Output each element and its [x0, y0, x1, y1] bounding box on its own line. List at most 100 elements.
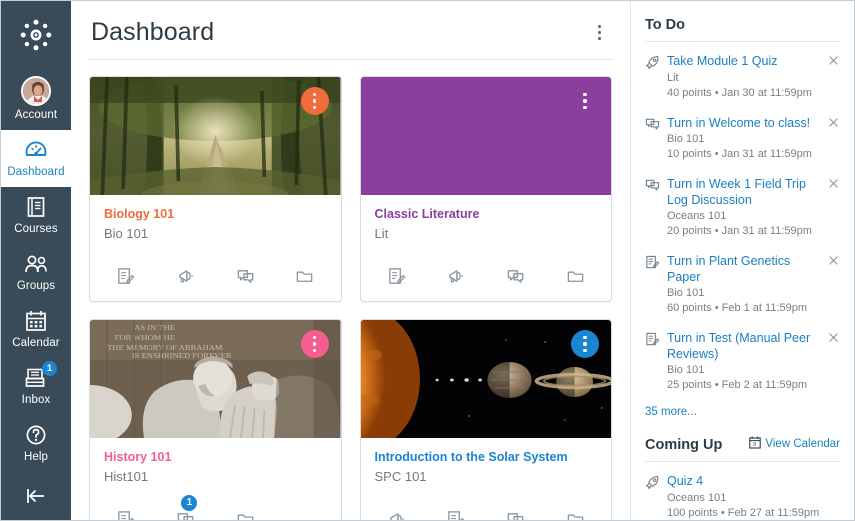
sidebar-item-account[interactable]: Account — [1, 69, 71, 130]
card-body: Classic Literature Lit — [361, 195, 612, 247]
announcements-icon[interactable] — [367, 504, 427, 520]
todo-header: To Do — [645, 17, 840, 41]
files-icon[interactable] — [545, 504, 605, 520]
calendar-icon: 3 — [749, 436, 762, 452]
sidebar-item-inbox[interactable]: 1 Inbox — [1, 358, 71, 415]
coming-up-item-link[interactable]: Quiz 4 — [667, 474, 826, 490]
close-icon[interactable] — [827, 116, 840, 129]
coming-up-heading: Coming Up — [645, 437, 723, 453]
todo-item-link[interactable]: Turn in Week 1 Field Trip Log Discussion — [667, 177, 826, 208]
assignments-icon[interactable] — [426, 504, 486, 520]
sidebar-item-label: Inbox — [21, 394, 51, 406]
coming-up-item-meta: 100 points • Feb 27 at 11:59pm — [667, 506, 820, 519]
action-spacer — [275, 504, 335, 520]
groups-people-icon — [23, 251, 49, 277]
todo-text: Take Module 1 Quiz Lit 40 points • Jan 3… — [667, 54, 840, 101]
discussions-icon[interactable] — [215, 261, 275, 291]
card-actions: 1 — [90, 495, 341, 520]
discussions-icon[interactable] — [486, 261, 546, 291]
view-calendar-label: View Calendar — [765, 438, 840, 450]
todo-item-meta: 60 points • Feb 1 at 11:59pm — [667, 302, 808, 314]
sidebar-item-courses[interactable]: Courses — [1, 187, 71, 244]
files-icon[interactable] — [215, 504, 275, 520]
global-navigation: Account Dashboard Courses Groups Calenda… — [1, 1, 71, 520]
close-icon[interactable] — [827, 331, 840, 344]
sidebar-item-groups[interactable]: Groups — [1, 244, 71, 301]
course-card[interactable]: Classic Literature Lit — [359, 76, 612, 302]
card-actions — [361, 253, 612, 301]
todo-item-link[interactable]: Take Module 1 Quiz — [667, 54, 826, 70]
todo-list-item[interactable]: Turn in Week 1 Field Trip Log Discussion… — [645, 169, 840, 246]
card-body: Introduction to the Solar System SPC 101 — [361, 438, 612, 490]
card-options-kebab-menu-icon[interactable] — [300, 330, 329, 358]
view-calendar-link[interactable]: 3 View Calendar — [749, 436, 840, 452]
divider — [645, 461, 840, 462]
card-title-link[interactable]: Biology 101 — [104, 206, 327, 222]
todo-list-item[interactable]: Turn in Welcome to class! Bio 101 10 poi… — [645, 108, 840, 170]
solid-purple-header[interactable] — [360, 77, 611, 195]
todo-item-course: Bio 101 — [667, 287, 705, 299]
announcements-icon[interactable] — [426, 261, 486, 291]
assignments-icon[interactable] — [367, 261, 427, 291]
assignment-icon — [645, 254, 667, 316]
course-card[interactable]: Biology 101 Bio 101 — [89, 76, 342, 302]
todo-list-item[interactable]: Turn in Test (Manual Peer Reviews) Bio 1… — [645, 323, 840, 400]
quiz-rocket-icon — [645, 474, 667, 520]
todo-item-link[interactable]: Turn in Plant Genetics Paper — [667, 254, 826, 285]
coming-up-header: Coming Up 3 View Calendar — [645, 436, 840, 461]
card-title-link[interactable]: History 101 — [104, 449, 327, 465]
course-card[interactable]: Introduction to the Solar System SPC 101 — [359, 319, 612, 520]
content-area: Dashboard Biology 101 Bio 101 Classic Li… — [71, 1, 854, 520]
page-title: Dashboard — [91, 18, 215, 46]
todo-item-meta: 40 points • Jan 30 at 11:59pm — [667, 86, 812, 99]
close-icon[interactable] — [827, 254, 840, 267]
assignments-icon[interactable] — [96, 504, 156, 520]
canvas-logo-icon[interactable] — [1, 1, 71, 69]
discussion-icon — [645, 177, 667, 239]
collapse-arrow-left-icon[interactable] — [1, 486, 71, 520]
assignments-icon[interactable] — [96, 261, 156, 291]
files-icon[interactable] — [545, 261, 605, 291]
announcements-icon[interactable] — [156, 261, 216, 291]
sidebar-item-help[interactable]: Help — [1, 415, 71, 472]
todo-text: Turn in Test (Manual Peer Reviews) Bio 1… — [667, 331, 840, 393]
files-icon[interactable] — [275, 261, 335, 291]
course-card[interactable]: AS IN THE FOR WHOM HE THE MEMORY OF ABRA… — [89, 319, 342, 520]
quiz-rocket-icon — [645, 54, 667, 101]
card-options-kebab-menu-icon[interactable] — [300, 87, 329, 115]
todo-list-item[interactable]: Take Module 1 Quiz Lit 40 points • Jan 3… — [645, 46, 840, 108]
dashboard-gauge-icon — [23, 137, 49, 163]
lincoln-memorial-photo[interactable]: AS IN THE FOR WHOM HE THE MEMORY OF ABRA… — [90, 320, 341, 438]
todo-more-link[interactable]: 35 more... — [645, 400, 697, 430]
svg-text:THE MEMORY OF ABRAHAM: THE MEMORY OF ABRAHAM — [107, 344, 222, 352]
todo-item-meta: 10 points • Jan 31 at 11:59pm — [667, 148, 812, 160]
close-icon[interactable] — [827, 54, 840, 67]
todo-list-item[interactable]: Turn in Plant Genetics Paper Bio 101 60 … — [645, 246, 840, 323]
sidebar-item-label: Help — [23, 451, 49, 463]
close-icon[interactable] — [827, 177, 840, 190]
discussions-icon[interactable] — [486, 504, 546, 520]
solar-system-planets-photo[interactable] — [360, 320, 611, 438]
coming-up-list-item[interactable]: Quiz 4 Oceans 101 100 points • Feb 27 at… — [645, 466, 840, 520]
card-body: Biology 101 Bio 101 — [90, 195, 341, 247]
coming-up-section: Coming Up 3 View Calendar Quiz 4 Oceans … — [645, 430, 840, 520]
todo-item-link[interactable]: Turn in Test (Manual Peer Reviews) — [667, 331, 826, 362]
sidebar-item-calendar[interactable]: Calendar — [1, 301, 71, 358]
todo-item-course: Lit — [667, 71, 679, 84]
forest-path-photo[interactable] — [90, 77, 341, 195]
card-title-link[interactable]: Classic Literature — [375, 206, 598, 222]
sidebar-item-label: Dashboard — [7, 166, 65, 178]
card-options-kebab-menu-icon[interactable] — [571, 87, 599, 115]
canvas-dashboard-window: Account Dashboard Courses Groups Calenda… — [0, 0, 855, 521]
todo-item-meta: 20 points • Jan 31 at 11:59pm — [667, 225, 812, 237]
sidebar-item-dashboard[interactable]: Dashboard — [1, 130, 71, 187]
card-title-link[interactable]: Introduction to the Solar System — [375, 449, 598, 465]
card-actions — [90, 253, 341, 301]
todo-item-link[interactable]: Turn in Welcome to class! — [667, 116, 826, 132]
discussions-icon[interactable]: 1 — [156, 495, 216, 520]
dashboard-main: Dashboard Biology 101 Bio 101 Classic Li… — [71, 1, 630, 520]
card-options-kebab-menu-icon[interactable] — [571, 330, 599, 358]
help-question-icon — [23, 422, 49, 448]
dashboard-options-kebab-menu-icon[interactable] — [588, 20, 610, 46]
